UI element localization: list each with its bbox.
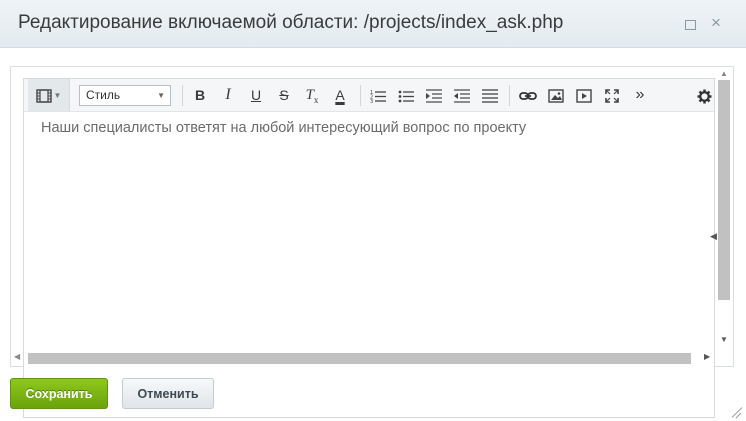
indent-button[interactable] [423,84,445,106]
underline-button[interactable]: U [245,84,267,106]
horizontal-scroll-thumb[interactable] [28,353,691,364]
scroll-right-icon[interactable]: ▶ [704,352,710,361]
editor-content[interactable]: Наши специалисты ответят на любой интере… [41,120,526,136]
align-justify-button[interactable] [479,84,501,106]
toolbar-divider [509,85,510,106]
more-icon[interactable]: » [629,84,651,106]
scroll-left-icon[interactable]: ◀ [14,352,20,361]
scroll-up-icon[interactable]: ▲ [720,69,728,78]
italic-button[interactable]: I [217,84,239,106]
link-button[interactable] [517,84,539,106]
dialog-titlebar[interactable]: Редактирование включаемой области: /proj… [0,0,746,48]
collapse-panel-icon[interactable]: ◀ [710,231,717,242]
image-icon [548,89,564,103]
view-mode-button[interactable]: ▼ [28,79,70,111]
strikethrough-button[interactable]: S [273,84,295,106]
fullscreen-icon [605,89,619,104]
link-icon [519,92,537,101]
align-justify-icon [482,89,498,103]
settings-button[interactable] [693,84,715,106]
font-color-button[interactable]: A [329,84,351,106]
toolbar-divider [360,85,361,106]
dialog-title: Редактирование включаемой области: /proj… [18,12,564,33]
video-icon [576,89,592,103]
close-icon[interactable]: × [707,14,725,32]
video-button[interactable] [573,84,595,106]
bullet-list-icon [398,90,414,103]
ordered-list-icon: 1 2 3 [370,90,386,105]
chevron-down-icon: ▼ [157,91,165,100]
image-button[interactable] [545,84,567,106]
horizontal-scrollbar[interactable]: ◀ ▶ [10,351,716,365]
fullscreen-button[interactable] [601,84,623,106]
clear-format-button[interactable]: Tx [301,84,323,106]
indent-icon [426,89,442,103]
html-editor: ▼ Стиль ▼ B I U S Tx A 1 2 3 » Наши спец… [23,78,715,418]
cancel-button[interactable]: Отменить [122,378,214,409]
style-select-value: Стиль [86,88,121,102]
ordered-list-button[interactable]: 1 2 3 [367,84,389,106]
outdent-icon [454,89,470,103]
vertical-scrollbar[interactable]: ▲ ▼ [715,68,732,349]
svg-text:3: 3 [370,99,373,103]
edit-include-area-dialog: Редактирование включаемой области: /proj… [0,0,746,421]
settings-gear-icon [696,89,712,104]
vertical-scroll-thumb[interactable] [718,80,730,300]
resize-handle[interactable] [731,406,743,418]
save-button[interactable]: Сохранить [10,378,108,409]
film-icon [35,89,52,103]
clear-format-label: T [305,87,314,103]
maximize-icon[interactable] [681,15,699,33]
scroll-down-icon[interactable]: ▼ [720,335,728,344]
toolbar-divider [182,85,183,106]
bullet-list-button[interactable] [395,84,417,106]
outdent-button[interactable] [451,84,473,106]
bold-button[interactable]: B [189,84,211,106]
editor-toolbar: ▼ Стиль ▼ B I U S Tx A 1 2 3 » [24,79,714,112]
style-select[interactable]: Стиль ▼ [79,85,171,106]
clear-format-sub: x [313,95,319,105]
chevron-down-icon: ▼ [53,91,62,101]
